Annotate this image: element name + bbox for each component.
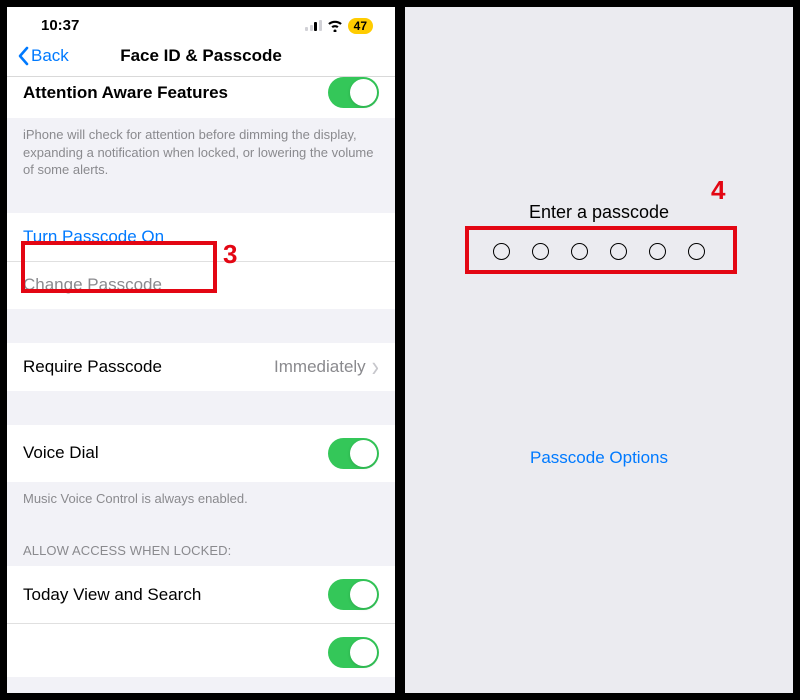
wifi-icon [327, 20, 343, 32]
settings-screen: 10:37 47 Back Face ID & Passcode Attenti… [4, 4, 398, 696]
require-passcode-value: Immediately [274, 357, 366, 377]
battery-level: 47 [348, 18, 373, 34]
attention-footer: iPhone will check for attention before d… [7, 118, 395, 193]
nav-bar: Back Face ID & Passcode [7, 40, 395, 77]
turn-passcode-on-button[interactable]: Turn Passcode On [7, 213, 395, 261]
passcode-entry-screen: Enter a passcode Passcode Options 4 [402, 4, 796, 696]
chevron-right-icon: › [372, 352, 379, 381]
status-bar: 10:37 47 [7, 7, 395, 40]
voice-dial-row[interactable]: Voice Dial [7, 425, 395, 482]
page-title: Face ID & Passcode [120, 46, 282, 66]
voice-dial-label: Voice Dial [23, 443, 99, 463]
change-passcode-label: Change Passcode [23, 275, 162, 295]
next-locked-toggle[interactable] [328, 637, 379, 668]
passcode-dot [610, 243, 627, 260]
status-right: 47 [305, 18, 373, 34]
back-label: Back [31, 46, 69, 66]
turn-passcode-on-label: Turn Passcode On [23, 227, 164, 247]
passcode-options-button[interactable]: Passcode Options [530, 448, 668, 468]
change-passcode-row: Change Passcode [7, 261, 395, 309]
passcode-dots[interactable] [493, 243, 705, 260]
locked-section-header: ALLOW ACCESS WHEN LOCKED: [7, 521, 395, 566]
voice-dial-footer: Music Voice Control is always enabled. [7, 482, 395, 522]
voice-dial-toggle[interactable] [328, 438, 379, 469]
passcode-dot [571, 243, 588, 260]
settings-list[interactable]: Attention Aware Features iPhone will che… [7, 77, 395, 677]
enter-passcode-title: Enter a passcode [529, 202, 669, 223]
passcode-dot [532, 243, 549, 260]
today-view-row[interactable]: Today View and Search [7, 566, 395, 623]
next-locked-row[interactable] [7, 623, 395, 677]
attention-aware-toggle[interactable] [328, 77, 379, 108]
cellular-signal-icon [305, 20, 322, 31]
attention-aware-row[interactable]: Attention Aware Features [7, 77, 395, 118]
today-view-toggle[interactable] [328, 579, 379, 610]
passcode-dot [688, 243, 705, 260]
attention-aware-label: Attention Aware Features [23, 83, 228, 103]
passcode-dot [493, 243, 510, 260]
today-view-label: Today View and Search [23, 585, 201, 605]
require-passcode-label: Require Passcode [23, 357, 162, 377]
passcode-dot [649, 243, 666, 260]
passcode-entry: Enter a passcode Passcode Options [405, 7, 793, 468]
status-time: 10:37 [41, 17, 79, 34]
chevron-left-icon [17, 46, 29, 66]
require-passcode-row[interactable]: Require Passcode Immediately › [7, 343, 395, 391]
back-button[interactable]: Back [17, 46, 69, 66]
